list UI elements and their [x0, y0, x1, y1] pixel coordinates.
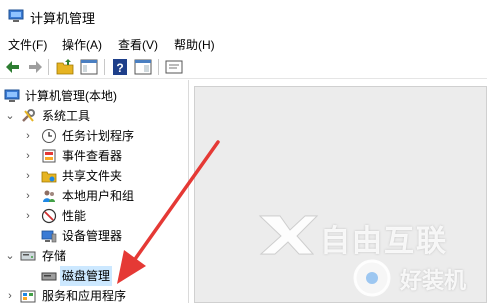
chevron-right-icon[interactable]: ›: [22, 146, 34, 166]
computer-management-icon: [4, 89, 20, 102]
menu-view[interactable]: 查看(V): [118, 36, 158, 53]
properties-icon[interactable]: [134, 58, 152, 76]
toolbar-separator: [158, 59, 159, 75]
back-icon[interactable]: [4, 58, 22, 76]
title-bar: 计算机管理: [0, 0, 487, 32]
folder-up-icon[interactable]: [56, 58, 74, 76]
tree-item-services-apps[interactable]: › 服务和应用程序: [0, 286, 188, 303]
chevron-right-icon[interactable]: ›: [22, 206, 34, 226]
menu-action[interactable]: 操作(A): [62, 36, 102, 53]
menu-bar: 文件(F) 操作(A) 查看(V) 帮助(H): [0, 33, 487, 55]
chevron-down-icon[interactable]: ⌄: [4, 106, 16, 126]
tree-item-label: 存储: [42, 249, 67, 263]
forward-icon[interactable]: [26, 58, 44, 76]
tree-item-device-manager[interactable]: 设备管理器: [0, 226, 188, 246]
device-manager-icon: [41, 230, 57, 243]
chevron-down-icon[interactable]: ⌄: [4, 246, 16, 266]
console-icon[interactable]: [165, 58, 183, 76]
window-title: 计算机管理: [30, 11, 96, 26]
tree-item-local-users[interactable]: › 本地用户和组: [0, 186, 188, 206]
tree-item-label: 设备管理器: [62, 229, 123, 243]
toolbar-separator: [104, 59, 105, 75]
tree-item-task-scheduler[interactable]: › 任务计划程序: [0, 126, 188, 146]
tree-item-disk-management[interactable]: 磁盘管理: [0, 266, 188, 286]
svg-text:?: ?: [116, 61, 123, 75]
tree-item-event-viewer[interactable]: › 事件查看器: [0, 146, 188, 166]
toolbar: ?: [0, 56, 487, 79]
chevron-right-icon[interactable]: ›: [22, 166, 34, 186]
tree-item-performance[interactable]: › 性能: [0, 206, 188, 226]
chevron-right-icon[interactable]: ›: [22, 126, 34, 146]
tree-item-label: 任务计划程序: [62, 129, 135, 143]
tree-item-label: 性能: [62, 209, 87, 223]
chevron-right-icon[interactable]: ›: [4, 286, 16, 303]
disk-icon: [41, 272, 57, 281]
tree-item-label: 系统工具: [42, 109, 91, 123]
tree-item-label: 本地用户和组: [62, 189, 135, 203]
watermark-badge-icon: [353, 259, 391, 297]
shared-folder-icon: [41, 171, 57, 183]
event-viewer-icon: [42, 149, 56, 163]
users-icon: [43, 190, 55, 202]
tree-item-label: 共享文件夹: [62, 169, 123, 183]
storage-icon: [20, 251, 36, 261]
toolbar-separator: [48, 59, 49, 75]
tree-item-label: 事件查看器: [62, 149, 123, 163]
tools-icon: [22, 109, 35, 122]
help-icon[interactable]: ?: [111, 58, 129, 76]
computer-management-icon: [8, 9, 24, 22]
tree-item-label: 计算机管理(本地): [25, 89, 117, 103]
performance-icon: [41, 208, 57, 224]
show-hide-tree-icon[interactable]: [80, 58, 98, 76]
services-icon: [20, 290, 36, 303]
chevron-right-icon[interactable]: ›: [22, 186, 34, 206]
watermark-brand: 自由互联: [320, 225, 448, 258]
clock-icon: [42, 129, 56, 143]
watermark-secondary: 好装机: [400, 268, 467, 293]
navigation-tree: 计算机管理(本地) ⌄ 系统工具 › 任务计划程序 › 事件查看器 › 共享文件…: [0, 80, 189, 303]
tree-item-shared-folders[interactable]: › 共享文件夹: [0, 166, 188, 186]
tree-item-system-tools[interactable]: ⌄ 系统工具: [0, 106, 188, 126]
tree-item-label: 服务和应用程序: [42, 289, 127, 303]
menu-help[interactable]: 帮助(H): [174, 36, 215, 53]
menu-file[interactable]: 文件(F): [8, 36, 47, 53]
tree-item-label: 磁盘管理: [60, 266, 113, 286]
tree-item-root[interactable]: 计算机管理(本地): [0, 86, 188, 106]
tree-item-storage[interactable]: ⌄ 存储: [0, 246, 188, 266]
